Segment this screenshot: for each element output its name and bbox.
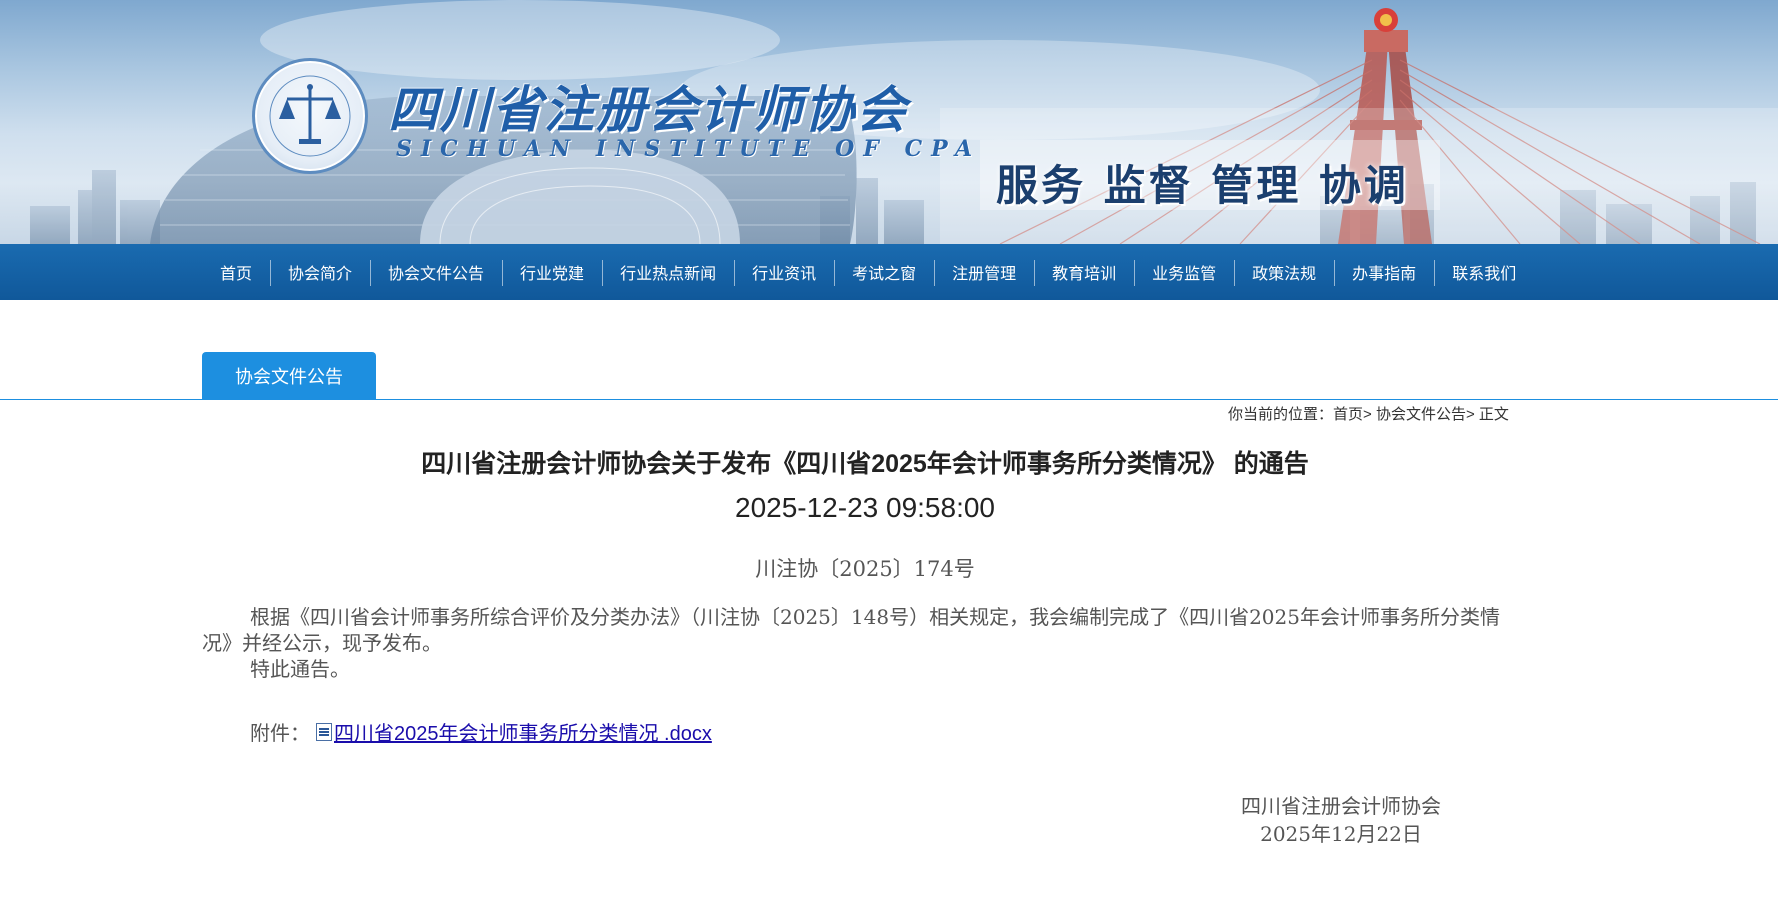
word-document-icon [316, 722, 332, 741]
nav-item[interactable]: 行业党建 [502, 244, 602, 300]
breadcrumb-home-link[interactable]: 首页 [1333, 406, 1363, 423]
nav-item-label: 行业热点新闻 [620, 266, 717, 283]
breadcrumb-prefix: 你当前的位置： [1228, 406, 1334, 423]
nav-item[interactable]: 首页 [202, 244, 270, 300]
nav-item-label: 业务监管 [1152, 266, 1217, 283]
org-name-logo: 四川省注册会计师协会 [388, 80, 908, 139]
nav-item[interactable]: 行业资讯 [734, 244, 834, 300]
org-name-en: SICHUAN INSTITUTE OF CPA [396, 136, 982, 162]
scales-of-justice-icon [269, 75, 351, 157]
nav-item-label: 注册管理 [952, 266, 1017, 283]
nav-item[interactable]: 办事指南 [1334, 244, 1434, 300]
nav-item-label: 政策法规 [1252, 266, 1317, 283]
attachment: 附件： 四川省2025年会计师事务所分类情况 .docx [250, 717, 712, 746]
attachment-label: 附件： [250, 721, 310, 745]
nav-item[interactable]: 教育培训 [1034, 244, 1134, 300]
nav-item-label: 联系我们 [1452, 266, 1517, 283]
nav-item[interactable]: 考试之窗 [834, 244, 934, 300]
association-seal-logo [252, 58, 368, 174]
site-banner: 四川省注册会计师协会 SICHUAN INSTITUTE OF CPA 服务 监… [0, 0, 1778, 244]
breadcrumb-separator: > [1465, 406, 1479, 423]
nav-item-label: 办事指南 [1352, 266, 1417, 283]
nav-item-label: 协会文件公告 [388, 266, 485, 283]
tab-label: 协会文件公告 [235, 366, 343, 387]
nav-item-label: 教育培训 [1052, 266, 1117, 283]
signature-block: 四川省注册会计师协会 2025年12月22日 [1216, 792, 1466, 848]
article-body: 根据《四川省会计师事务所综合评价及分类办法》（川注协〔2025〕148号）相关规… [202, 604, 1512, 682]
signature-date: 2025年12月22日 [1260, 822, 1422, 846]
nav-item-label: 协会简介 [288, 266, 353, 283]
tab-underline [0, 399, 1778, 400]
nav-item[interactable]: 协会简介 [270, 244, 370, 300]
nav-item[interactable]: 业务监管 [1134, 244, 1234, 300]
breadcrumb-current: 正文 [1478, 406, 1509, 423]
nav-item[interactable]: 注册管理 [934, 244, 1034, 300]
body-paragraph: 根据《四川省会计师事务所综合评价及分类办法》（川注协〔2025〕148号）相关规… [202, 605, 1500, 655]
article-title: 四川省注册会计师协会关于发布《四川省2025年会计师事务所分类情况》 的通告 [421, 450, 1309, 478]
attachment-link[interactable]: 四川省2025年会计师事务所分类情况 .docx [334, 717, 712, 746]
tab-association-notices[interactable]: 协会文件公告 [202, 352, 376, 399]
nav-item-label: 行业资讯 [752, 266, 817, 283]
nav-item[interactable]: 行业热点新闻 [602, 244, 734, 300]
nav-item[interactable]: 协会文件公告 [370, 244, 502, 300]
document-number: 川注协〔2025〕174号 [755, 557, 975, 581]
nav-item[interactable]: 政策法规 [1234, 244, 1334, 300]
breadcrumb-section-link[interactable]: 协会文件公告 [1376, 406, 1466, 423]
slogan: 服务 监督 管理 协调 [996, 161, 1409, 210]
breadcrumb-separator: > [1363, 406, 1376, 423]
nav-list: 首页 协会简介 协会文件公告 行业党建 行业热点新闻 行业资讯 考试之窗 注册管理 教育培训 业务… [202, 244, 1534, 300]
nav-item-label: 行业党建 [520, 266, 585, 283]
nav-item-label: 考试之窗 [852, 266, 917, 283]
breadcrumb: 你当前的位置：首页> 协会文件公告> 正文 [1228, 403, 1509, 424]
publish-datetime: 2025-12-23 09:58:00 [735, 492, 995, 523]
main-nav: 首页 协会简介 协会文件公告 行业党建 行业热点新闻 行业资讯 考试之窗 注册管理 教育培训 业务… [0, 244, 1778, 300]
nav-item-label: 首页 [220, 266, 253, 283]
body-paragraph: 特此通告。 [250, 657, 350, 681]
signature-org: 四川省注册会计师协会 [1241, 794, 1441, 818]
nav-item[interactable]: 联系我们 [1434, 244, 1534, 300]
